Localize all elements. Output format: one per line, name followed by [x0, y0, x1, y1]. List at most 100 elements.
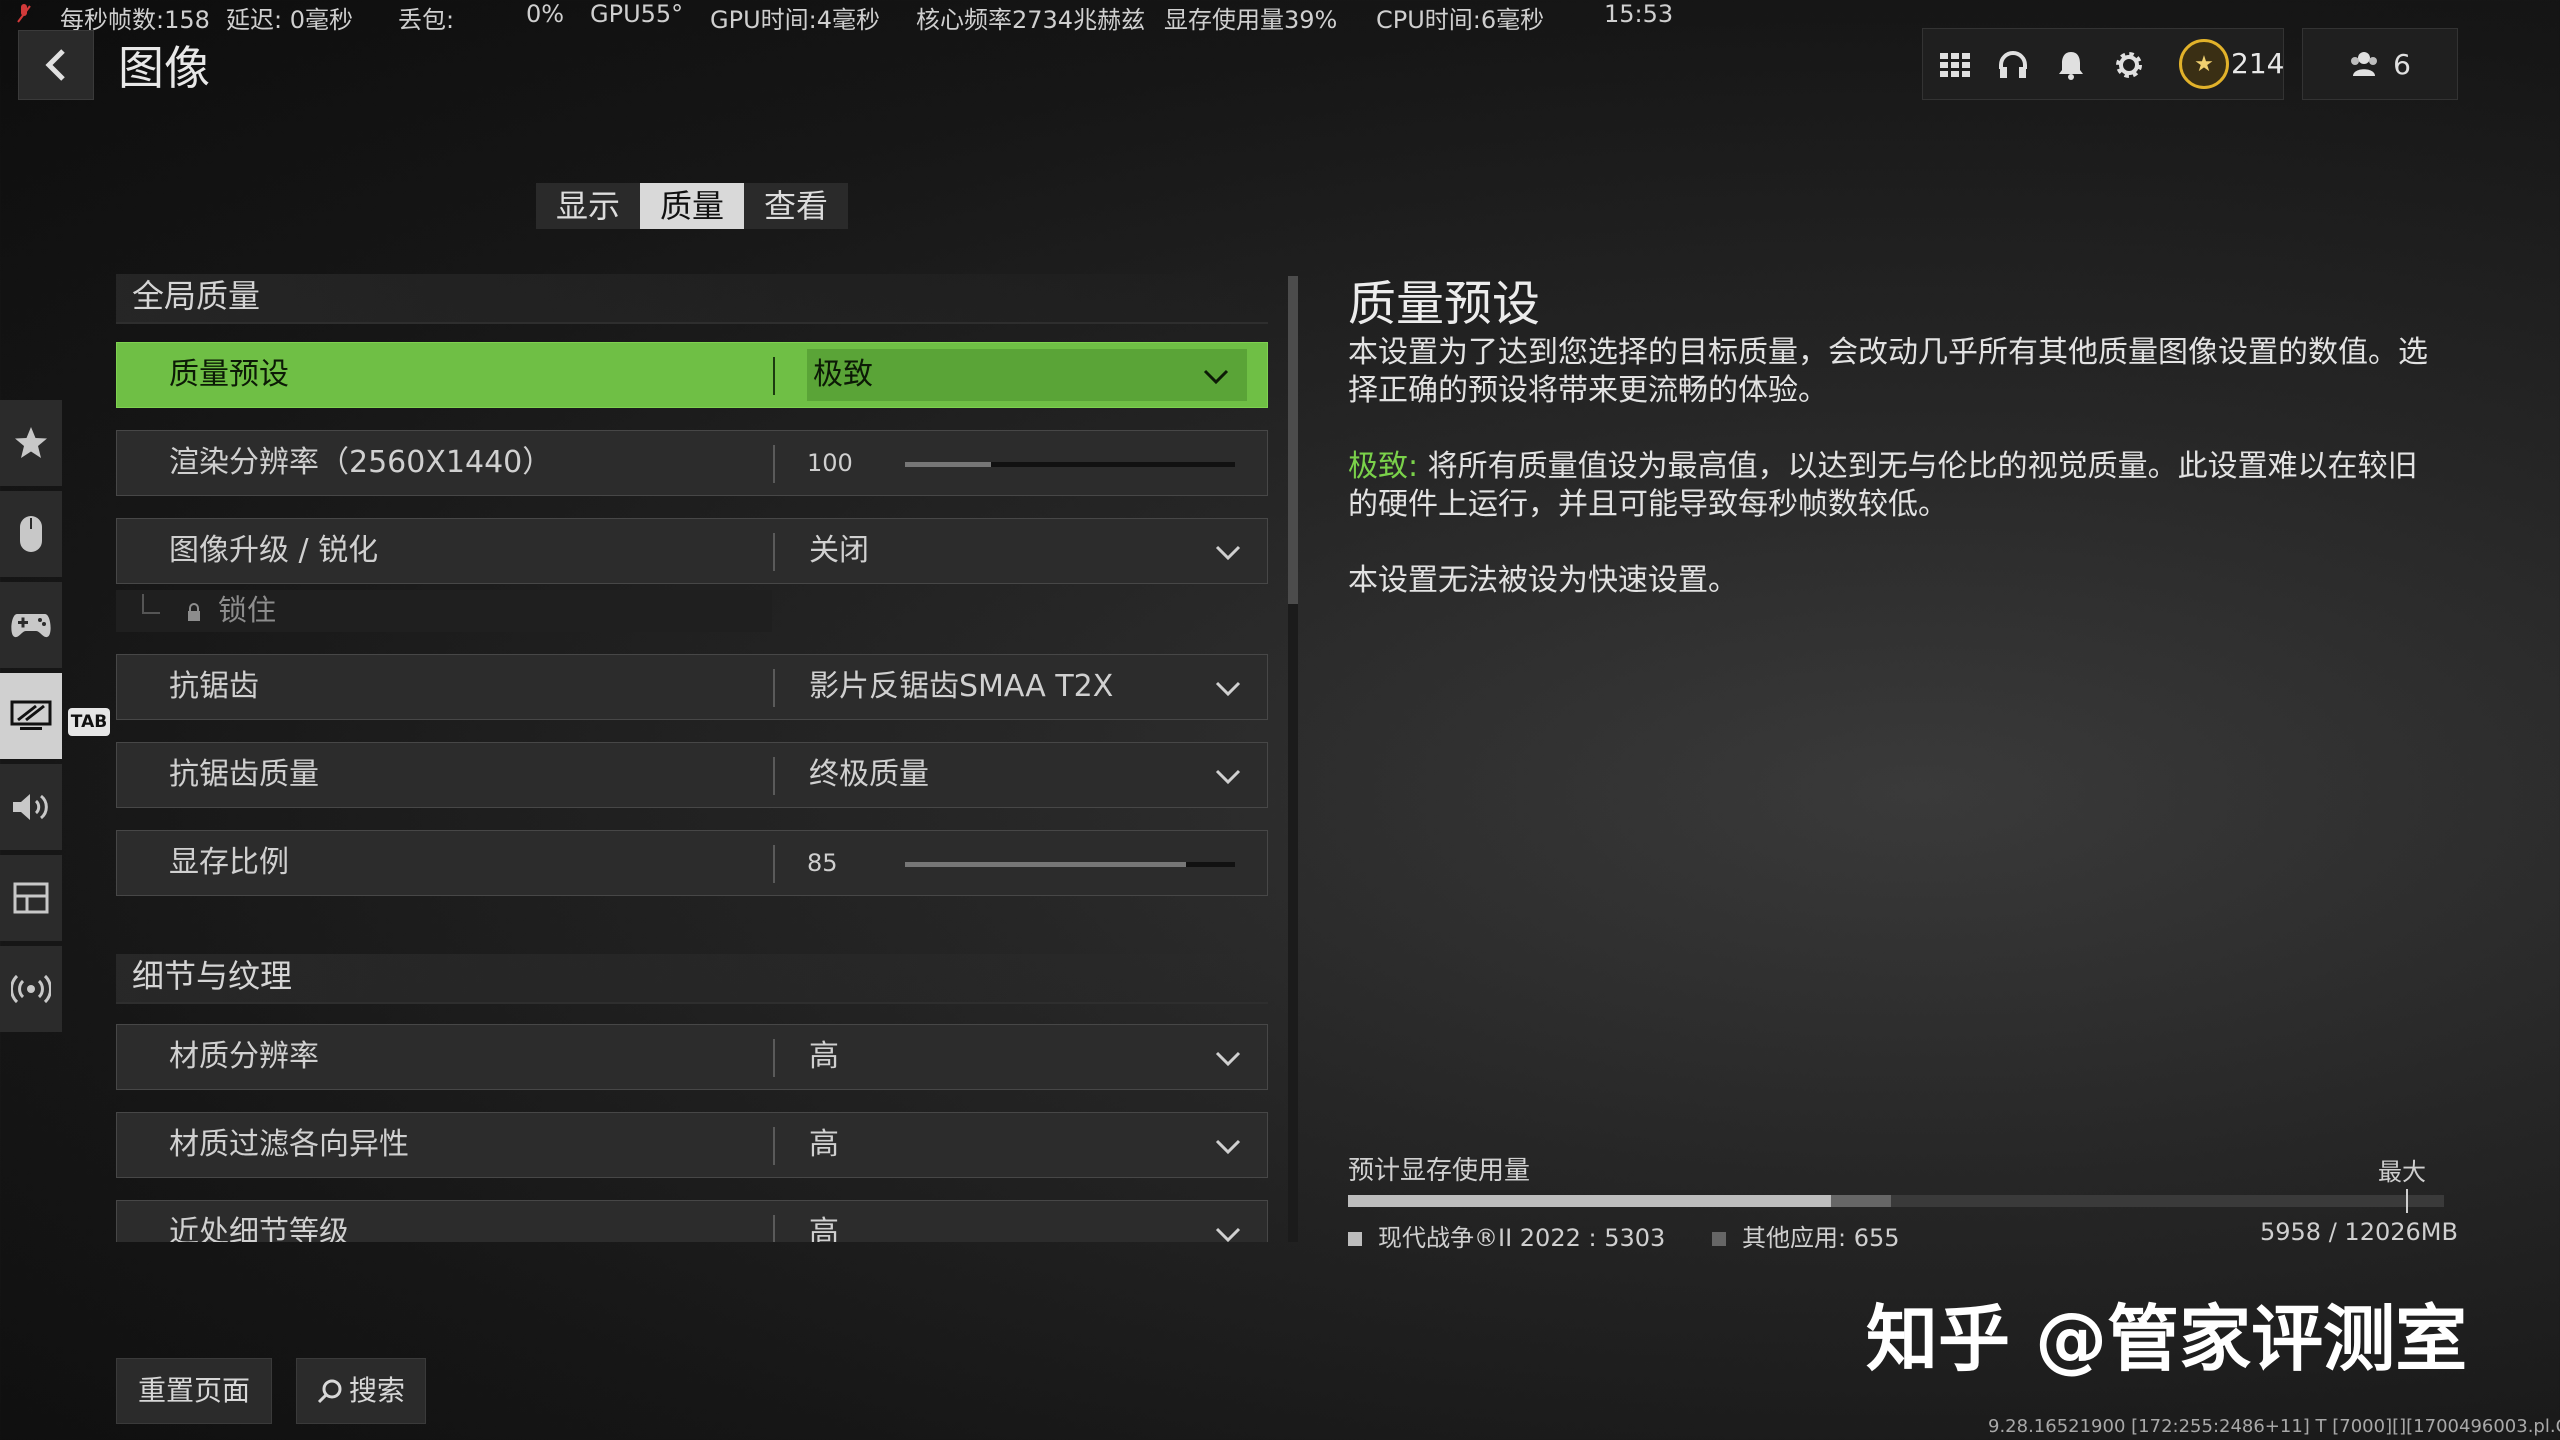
gpu-temp-readout: GPU55°: [590, 0, 684, 28]
vram-usage-readout: 显存使用量39%: [1164, 6, 1338, 34]
texture-filter-row[interactable]: 材质过滤各向异性 高: [116, 1112, 1268, 1178]
player-level-badge-icon[interactable]: ★: [2179, 39, 2229, 89]
texture-resolution-row[interactable]: 材质分辨率 高: [116, 1024, 1268, 1090]
setting-label: 图像升级 / 锐化: [169, 533, 379, 568]
vram-max-label: 最大: [2378, 1158, 2426, 1186]
sidebar-item-mouse[interactable]: [0, 491, 62, 577]
setting-label: 材质分辨率: [169, 1039, 319, 1074]
reset-page-button[interactable]: 重置页面: [116, 1358, 272, 1424]
anti-aliasing-row[interactable]: 抗锯齿 影片反锯齿SMAA T2X: [116, 654, 1268, 720]
render-resolution-slider[interactable]: [905, 462, 1235, 467]
packet-loss-label: 丢包:: [398, 6, 455, 34]
headset-icon[interactable]: [1995, 47, 2031, 83]
near-detail-row[interactable]: 近处细节等级 高: [116, 1200, 1268, 1242]
dropdown-value: 关闭: [809, 533, 869, 568]
watermark: 知乎 @管家评测室: [1866, 1297, 2468, 1381]
tab-quality[interactable]: 质量: [640, 183, 745, 229]
top-right-toolbar: ★ 214: [1922, 28, 2284, 100]
scrollbar-thumb[interactable]: [1288, 276, 1298, 604]
interface-icon: [13, 882, 49, 914]
search-icon: [317, 1379, 342, 1404]
sidebar-item-favorites[interactable]: [0, 400, 62, 486]
dropdown-value: 极致: [813, 357, 873, 392]
quality-preset-row[interactable]: 质量预设 极致: [116, 342, 1268, 408]
friends-count: 6: [2393, 47, 2411, 81]
sidebar-item-audio[interactable]: [0, 764, 62, 850]
vram-legend-game: 现代战争®II 2022 : 5303: [1348, 1218, 1665, 1253]
legend-text: 其他应用: 655: [1742, 1224, 1900, 1252]
section-global-quality: 全局质量: [116, 274, 1268, 324]
tab-key-hint: TAB: [68, 708, 110, 736]
sidebar-item-graphics[interactable]: [0, 673, 62, 759]
monitor-icon: [10, 700, 52, 730]
legend-text: 现代战争®II 2022 : 5303: [1378, 1224, 1666, 1252]
mouse-icon: [20, 516, 42, 552]
chevron-down-icon: [1215, 1139, 1241, 1155]
network-icon: [11, 974, 51, 1004]
render-resolution-row[interactable]: 渲染分辨率（2560X1440） 100: [116, 430, 1268, 496]
chevron-down-icon: [1215, 545, 1241, 561]
vram-scale-slider[interactable]: [905, 862, 1235, 867]
sidebar-item-interface[interactable]: [0, 855, 62, 941]
vram-other-fill: [1831, 1195, 1891, 1207]
sidebar-item-controller[interactable]: [0, 582, 62, 668]
tab-view[interactable]: 查看: [744, 183, 848, 229]
info-description: 本设置为了达到您选择的目标质量，会改动几乎所有其他质量图像设置的数值。选择正确的…: [1348, 335, 2428, 408]
slider-fill: [905, 462, 991, 467]
lock-icon: [188, 603, 200, 621]
tab-display[interactable]: 显示: [536, 183, 640, 229]
gear-icon[interactable]: [2111, 47, 2147, 83]
clock-readout: 15:53: [1604, 0, 1674, 28]
dropdown-value: 终极质量: [809, 757, 929, 792]
list-clip: 近处细节等级 高: [116, 1200, 1268, 1242]
bell-icon[interactable]: [2053, 47, 2089, 83]
category-sidebar: [0, 400, 62, 1037]
muted-mic-icon: [17, 4, 31, 23]
vram-game-fill: [1348, 1195, 1832, 1207]
gpu-time-readout: GPU时间:4毫秒: [710, 6, 880, 34]
cpu-time-readout: CPU时间:6毫秒: [1376, 6, 1545, 34]
back-button[interactable]: [18, 30, 94, 100]
dropdown-value: 高: [809, 1215, 839, 1242]
friends-icon: [2351, 52, 2378, 76]
setting-label: 材质过滤各向异性: [169, 1127, 409, 1162]
chevron-down-icon: [1203, 369, 1229, 385]
quality-preset-dropdown[interactable]: 极致: [807, 349, 1247, 401]
vram-total: 5958 / 12026MB: [2260, 1218, 2458, 1246]
settings-tabs: 显示 质量 查看: [536, 183, 849, 229]
star-icon: [15, 427, 47, 458]
dropdown-value: 高: [809, 1039, 839, 1074]
locked-label: 锁住: [218, 593, 277, 627]
setting-label: 抗锯齿质量: [169, 757, 319, 792]
upscaling-row[interactable]: 图像升级 / 锐化 关闭: [116, 518, 1268, 584]
section-details-textures: 细节与纹理: [116, 954, 1268, 1004]
slider-value: 100: [807, 449, 853, 477]
core-freq-readout: 核心频率2734兆赫兹: [916, 6, 1146, 34]
legend-swatch: [1348, 1232, 1362, 1246]
legend-swatch: [1712, 1232, 1726, 1246]
search-button[interactable]: 搜索: [296, 1358, 426, 1424]
gamepad-icon: [11, 614, 51, 638]
aa-quality-row[interactable]: 抗锯齿质量 终极质量: [116, 742, 1268, 808]
info-preset-description: 极致: 将所有质量值设为最高值，以达到无与伦比的视觉质量。此设置难以在较旧的硬件…: [1348, 448, 2444, 524]
sidebar-item-network[interactable]: [0, 946, 62, 1032]
packet-loss-value: 0%: [526, 0, 565, 28]
chevron-down-icon: [1215, 1227, 1241, 1242]
setting-label: 抗锯齿: [169, 669, 259, 704]
vram-max-marker: [2405, 1189, 2408, 1213]
setting-label: 质量预设: [169, 357, 289, 392]
page-title: 图像: [118, 41, 210, 95]
slider-fill: [905, 862, 1186, 867]
grid-menu-icon[interactable]: [1937, 47, 1973, 83]
preset-text: 将所有质量值设为最高值，以达到无与伦比的视觉质量。此设置难以在较旧的硬件上运行，…: [1348, 449, 2418, 522]
latency-readout: 延迟: 0毫秒: [226, 6, 353, 34]
preset-highlight: 极致:: [1348, 449, 1419, 484]
dropdown-value: 影片反锯齿SMAA T2X: [809, 669, 1114, 704]
locked-sub-setting: 锁住: [116, 590, 772, 632]
setting-label: 显存比例: [169, 845, 289, 880]
setting-label: 渲染分辨率（2560X1440）: [169, 445, 553, 480]
vram-scale-row[interactable]: 显存比例 85: [116, 830, 1268, 896]
friends-button[interactable]: 6: [2302, 28, 2458, 100]
player-level: 214: [2231, 47, 2285, 80]
vram-usage-bar: [1348, 1189, 2444, 1213]
